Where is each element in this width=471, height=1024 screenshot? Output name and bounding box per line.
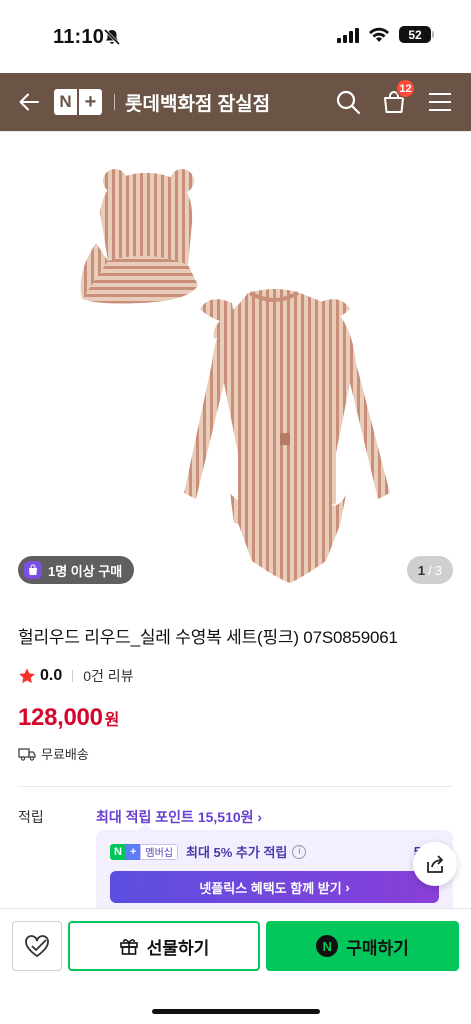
store-name[interactable]: 롯데백화점 잠실점	[125, 89, 315, 116]
buy-button[interactable]: N 구매하기	[266, 921, 459, 971]
pager-total: 3	[434, 562, 442, 578]
heart-check-icon	[25, 935, 49, 958]
app-header: N + 롯데백화점 잠실점 12	[0, 73, 471, 131]
price-currency: 원	[104, 712, 120, 729]
points-max-link[interactable]: 최대 적립 포인트 15,510원 ›	[96, 807, 262, 827]
buy-button-label: 구매하기	[346, 938, 409, 958]
image-pager: 1 / 3	[406, 556, 453, 584]
review-count[interactable]: 0건 리뷰	[83, 666, 133, 686]
rating-row[interactable]: 0.0 0건 리뷰	[18, 666, 453, 686]
points-label: 적립	[18, 809, 44, 825]
buyers-chip: 1명 이상 구매	[18, 556, 135, 584]
wishlist-button[interactable]	[12, 921, 62, 971]
bell-slash-icon	[103, 28, 121, 46]
product-info: 헐리우드 리우드_실레 수영복 세트(핑크) 07S0859061 0.0 0건…	[0, 623, 471, 827]
battery-icon: 52	[399, 26, 434, 43]
status-time: 11:10	[53, 26, 105, 48]
share-icon	[427, 855, 443, 873]
netflix-benefit-label: 넷플릭스 혜택도 함께 받기	[199, 880, 342, 896]
shipping-label: 무료배송	[41, 747, 89, 762]
membership-chip: N + 멤버십	[110, 843, 178, 860]
membership-points-box: N + 멤버십 최대 5% 추가 적립 i 5,12 넷플릭스 혜택도 함께 받…	[96, 823, 453, 920]
npay-icon: N	[316, 935, 339, 957]
bottom-action-bar: 선물하기 N 구매하기	[0, 908, 471, 1024]
signal-icon	[337, 27, 359, 43]
membership-chip-plus: +	[125, 843, 141, 860]
wifi-icon	[369, 27, 389, 42]
rating-value: 0.0	[40, 667, 63, 684]
share-button[interactable]	[413, 842, 457, 886]
chevron-right-icon: ›	[341, 879, 350, 895]
price: 128,000	[18, 704, 103, 731]
product-image	[80, 169, 390, 583]
price-row: 128,000 원	[18, 704, 453, 732]
product-title: 헐리우드 리우드_실레 수영복 세트(핑크) 07S0859061	[18, 628, 398, 647]
star-icon	[19, 668, 35, 684]
shopping-bag-icon	[24, 561, 42, 579]
logo-plus: +	[77, 89, 102, 115]
info-icon[interactable]: i	[292, 844, 307, 859]
nplus-logo[interactable]: N +	[54, 89, 102, 115]
points-row: 적립 최대 적립 포인트 15,510원 ›	[18, 807, 453, 827]
gift-icon	[119, 939, 138, 955]
netflix-benefit-button[interactable]: 넷플릭스 혜택도 함께 받기 ›	[110, 871, 439, 903]
cart-button[interactable]: 12	[381, 79, 415, 115]
status-bar: 11:10 52	[0, 0, 471, 73]
membership-chip-n: N	[110, 843, 126, 860]
header-divider	[114, 94, 115, 110]
points-max-text: 최대 적립 포인트 15,510원	[96, 809, 254, 825]
membership-chip-label: 멤버십	[140, 843, 178, 860]
menu-icon[interactable]	[427, 89, 453, 115]
buyers-chip-label: 1명 이상 구매	[48, 563, 123, 579]
logo-n: N	[54, 89, 77, 115]
gift-button-label: 선물하기	[146, 938, 210, 958]
gift-button[interactable]: 선물하기	[68, 921, 260, 971]
shipping-row: 무료배송	[18, 744, 453, 763]
back-arrow-icon[interactable]	[18, 91, 40, 113]
product-gallery[interactable]: 1명 이상 구매 1 / 3	[0, 133, 471, 595]
chevron-right-icon: ›	[257, 809, 263, 825]
home-indicator	[152, 1009, 320, 1014]
truck-icon	[18, 747, 36, 761]
pager-current: 1	[417, 562, 426, 578]
cart-count-badge: 12	[396, 79, 415, 98]
section-divider	[18, 786, 453, 787]
search-icon[interactable]	[335, 89, 361, 115]
extra-points-text: 최대 5% 추가 적립	[186, 845, 288, 860]
